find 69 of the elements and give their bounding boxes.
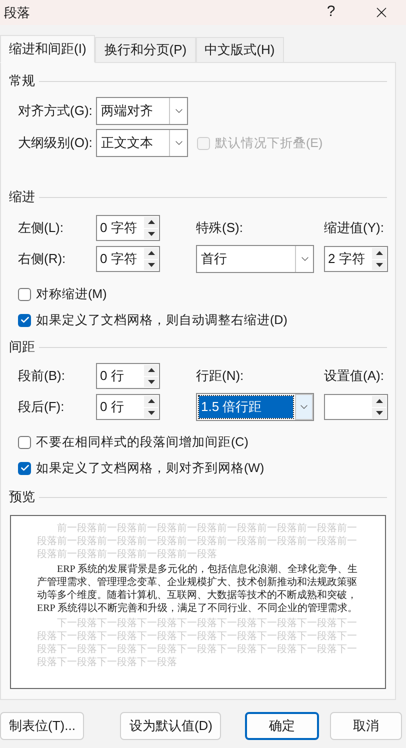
spin-up-button[interactable]	[372, 248, 386, 258]
dropdown[interactable]: 1.5 倍行距	[196, 393, 314, 421]
spin-down-button[interactable]	[144, 228, 158, 239]
spin-up-button[interactable]	[372, 396, 386, 406]
field-label: 左侧(L):	[18, 219, 64, 238]
dropdown[interactable]: 两端对齐	[96, 97, 188, 125]
spin-field[interactable]: 2 字符	[324, 246, 388, 272]
window-title: 段落	[4, 4, 31, 22]
spin-field[interactable]: 0 行	[96, 394, 160, 420]
down-arrow-icon	[376, 410, 382, 415]
dropdown[interactable]: 首行	[196, 245, 314, 273]
spin-field[interactable]: 0 字符	[96, 246, 160, 272]
checkbox-label: 不要在相同样式的段落间增加间距(C)	[36, 434, 248, 451]
up-arrow-icon	[376, 251, 382, 256]
field-label: 大纲级别(O):	[18, 134, 94, 152]
spin-field[interactable]: 0 字符	[96, 215, 160, 241]
checkbox[interactable]	[18, 314, 31, 326]
dialog-button[interactable]: 确定	[245, 712, 319, 740]
tab[interactable]: 换行和分页(P)	[95, 37, 196, 63]
checkbox-label: 如果定义了文档网格，则对齐到网格(W)	[36, 460, 264, 477]
down-arrow-icon	[148, 410, 154, 415]
help-button[interactable]: ?	[306, 1, 356, 24]
spin-up-button[interactable]	[144, 396, 158, 406]
down-arrow-icon	[148, 262, 154, 267]
spin-down-button[interactable]	[372, 408, 386, 418]
up-arrow-icon	[376, 399, 382, 404]
up-arrow-icon	[148, 399, 154, 404]
down-arrow-icon	[148, 380, 154, 384]
checkbox[interactable]	[18, 462, 31, 474]
check-icon	[20, 315, 30, 325]
check-icon	[20, 463, 30, 473]
checkbox-label: 对称缩进(M)	[36, 286, 107, 303]
dialog-button[interactable]: 取消	[330, 712, 402, 740]
spin-down-button[interactable]	[144, 376, 158, 387]
checkbox-label: 如果定义了文档网格，则自动调整右缩进(D)	[36, 312, 288, 329]
spin-up-button[interactable]	[144, 365, 158, 376]
dropdown[interactable]: 正文文本	[96, 129, 188, 157]
field-label: 特殊(S):	[196, 219, 244, 238]
up-arrow-icon	[148, 251, 154, 256]
section-title: 预览	[9, 488, 35, 506]
field-label: 段前(B):	[18, 367, 66, 386]
up-arrow-icon	[148, 368, 154, 372]
checkbox[interactable]	[18, 436, 31, 448]
checkbox[interactable]	[18, 288, 31, 300]
spin-field[interactable]: 0 行	[96, 363, 160, 389]
dialog-button[interactable]: 制表位(T)...	[0, 712, 84, 740]
tab[interactable]: 中文版式(H)	[196, 37, 284, 63]
down-arrow-icon	[376, 262, 382, 267]
field-label: 行距(N):	[196, 367, 245, 386]
spin-up-button[interactable]	[144, 217, 158, 228]
section-title: 缩进	[9, 188, 35, 206]
spin-down-button[interactable]	[144, 408, 158, 418]
spin-up-button[interactable]	[144, 248, 158, 258]
field-label: 对齐方式(G):	[18, 102, 94, 120]
up-arrow-icon	[148, 220, 154, 224]
preview-paragraph: ERP 系统的发展背景是多元化的，包括信息化浪潮、全球化竞争、生产管理需求、管理理念变革、企业规模扩大、技术创新推动和法规政策驱动等多个维度。随着计算机、互联网、大数据等技术的不断成熟和突破，ERP 系统得以不断完善和升级，满足了不同行业、不同企业的管理需求。	[37, 563, 358, 615]
section-title: 间距	[9, 338, 35, 356]
down-arrow-icon	[148, 232, 154, 236]
field-label: 设置值(A):	[324, 367, 385, 386]
spin-field[interactable]	[324, 394, 388, 420]
spin-down-button[interactable]	[372, 260, 386, 270]
section-title: 常规	[9, 72, 35, 90]
spin-down-button[interactable]	[144, 260, 158, 270]
checkbox-label: 默认情况下折叠(E)	[215, 134, 323, 152]
field-label: 右侧(R):	[18, 250, 67, 268]
tab[interactable]: 缩进和间距(I)	[0, 35, 96, 63]
field-label: 缩进值(Y):	[324, 219, 385, 238]
dialog-button[interactable]: 设为默认值(D)	[120, 712, 222, 740]
field-label: 段后(F):	[18, 398, 66, 416]
